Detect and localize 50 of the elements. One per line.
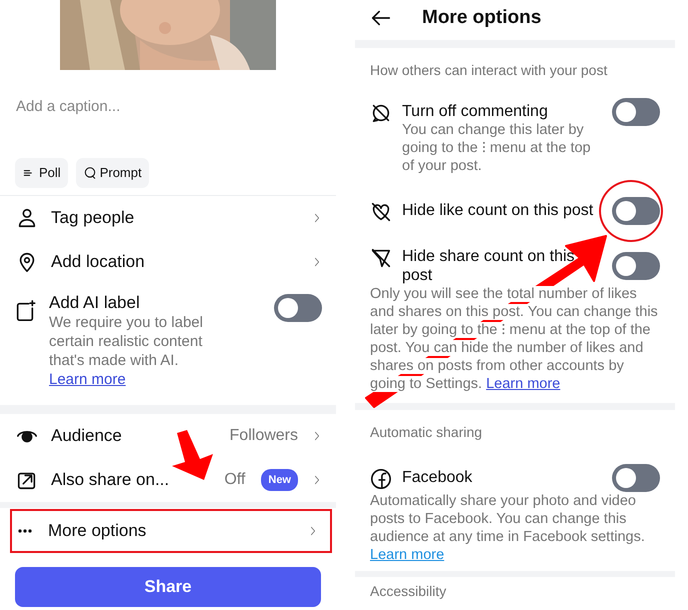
settings-row[interactable]: Tag people	[0, 196, 336, 240]
description: Only you will see the total number of likes and shares on this post. You can change this later by going to the ⁝ menu at the top of the post. You can hide the number of likes and shares on posts from other accounts by going to Settings. Learn more	[369, 285, 659, 393]
row-label: Audience	[51, 425, 122, 448]
learn-more-link[interactable]: Learn more	[49, 371, 126, 388]
person-icon	[16, 207, 38, 229]
row-label: Hide like count on this post	[402, 201, 594, 220]
section-title: Automatic sharing	[369, 423, 484, 442]
description: Automatically share your photo and video posts to Facebook. You can change this audience at any time in Facebook settings. Learn more	[369, 492, 646, 564]
toggle-switch[interactable]	[612, 197, 660, 225]
more-dots-icon	[18, 529, 32, 533]
row-label: Hide share count on this post	[402, 247, 576, 285]
row-label: Add location	[51, 251, 145, 274]
caption-field[interactable]: Add a caption...	[16, 92, 316, 120]
facebook-icon	[370, 468, 392, 490]
toggle-switch[interactable]	[612, 464, 660, 492]
speech-bubble-icon	[82, 166, 97, 180]
screen-title: More options	[422, 6, 542, 30]
section-title: Accessibility	[369, 583, 448, 599]
chevron-icon	[312, 429, 322, 443]
chevron-icon	[312, 255, 322, 269]
row-value: Off	[224, 470, 246, 490]
section-title: How others can interact with your post	[369, 61, 608, 80]
prompt-chip[interactable]: Prompt	[76, 158, 149, 188]
row-value: Followers	[230, 426, 298, 446]
heart-off-icon	[370, 201, 392, 223]
row-label: Turn off commenting	[402, 102, 549, 121]
annotation-arrow	[172, 430, 213, 480]
description: We require you to label certain realistic content that's made with AI. Learn more	[49, 313, 204, 389]
row-label: Tag people	[51, 207, 134, 230]
chevron-icon	[312, 473, 322, 487]
row-label: More options	[48, 520, 146, 542]
toggle-switch[interactable]	[274, 294, 322, 322]
description: You can change this later by going to the ⁝ menu at the top of your post.	[402, 121, 592, 175]
paper-plane-off-icon	[370, 247, 392, 269]
toggle-switch[interactable]	[612, 252, 660, 280]
row-label: Also share on...	[51, 469, 170, 492]
poll-chip[interactable]: Poll	[15, 158, 68, 188]
row-label: Facebook	[402, 468, 474, 487]
settings-row[interactable]: More options	[10, 509, 332, 553]
comment-off-icon	[370, 102, 392, 124]
toggle-switch[interactable]	[612, 98, 660, 126]
chevron-icon	[308, 524, 318, 538]
learn-more-link[interactable]: Learn more	[486, 376, 560, 392]
chevron-icon	[312, 211, 322, 225]
row-label: Add AI label	[49, 292, 141, 313]
sparkle-square-icon	[14, 300, 36, 322]
settings-row[interactable]: Add location	[0, 240, 336, 284]
new-badge: New	[261, 468, 298, 492]
settings-row[interactable]: Audience Followers	[0, 414, 336, 458]
share-button[interactable]: Share	[15, 567, 321, 607]
